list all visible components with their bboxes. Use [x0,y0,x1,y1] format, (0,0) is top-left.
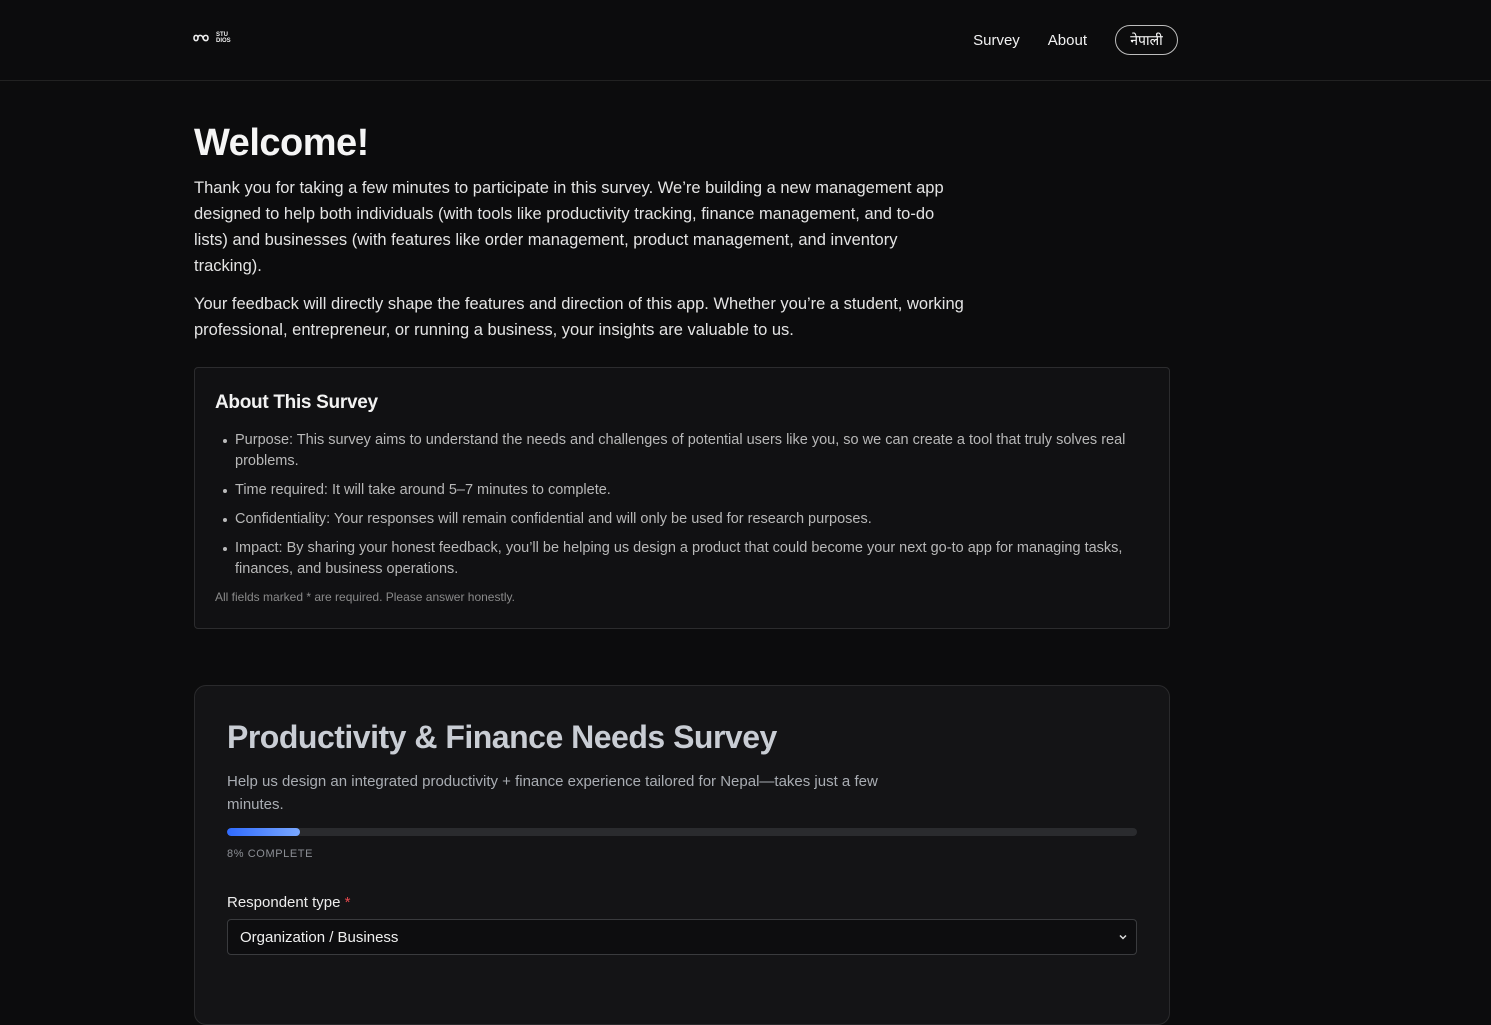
respondent-type-label-text: Respondent type [227,894,341,911]
required-fields-note: All fields marked * are required. Please… [215,590,515,604]
progress-bar [227,828,1137,836]
intro-text: Thank you for taking a few minutes to pa… [194,175,964,343]
list-item: Purpose: This survey aims to understand … [215,430,1149,472]
nav-link-survey[interactable]: Survey [973,32,1020,49]
progress-bar-fill [227,828,300,836]
intro-paragraph: Thank you for taking a few minutes to pa… [194,179,944,275]
chevron-down-icon [1119,934,1127,940]
list-item: Confidentiality: Your responses will rem… [215,509,1149,530]
infinity-logo-icon [193,34,209,42]
about-survey-list: Purpose: This survey aims to understand … [215,430,1149,580]
respondent-type-select[interactable]: Organization / Business [227,919,1137,955]
intro-paragraph: Your feedback will directly shape the fe… [194,295,964,339]
main-nav: Survey About नेपाली [973,25,1178,55]
studios-logo[interactable]: STU DIOS [193,32,231,44]
about-survey-card: About This Survey Purpose: This survey a… [194,367,1170,629]
logo-wordmark: STU DIOS [216,32,231,44]
logo-text-bottom: DIOS [216,38,231,44]
survey-subtitle: Help us design an integrated productivit… [227,773,878,813]
respondent-type-selected-value: Organization / Business [240,928,399,946]
main-content: Welcome! Thank you for taking a few minu… [194,81,1170,1025]
survey-title: Productivity & Finance Needs Survey [227,719,777,755]
welcome-title: Welcome! [194,122,369,164]
list-item: Impact: By sharing your honest feedback,… [215,538,1149,580]
about-survey-title: About This Survey [215,392,378,413]
language-toggle-button[interactable]: नेपाली [1115,25,1178,55]
top-navigation-bar: STU DIOS Survey About नेपाली [0,0,1491,81]
required-asterisk: * [344,894,351,911]
list-item: Time required: It will take around 5–7 m… [215,480,1149,501]
nav-link-about[interactable]: About [1048,32,1087,49]
survey-form-card: Productivity & Finance Needs Survey Help… [194,685,1170,1025]
progress-label: 8% COMPLETE [227,848,314,860]
respondent-type-label: Respondent type * [227,894,1137,911]
